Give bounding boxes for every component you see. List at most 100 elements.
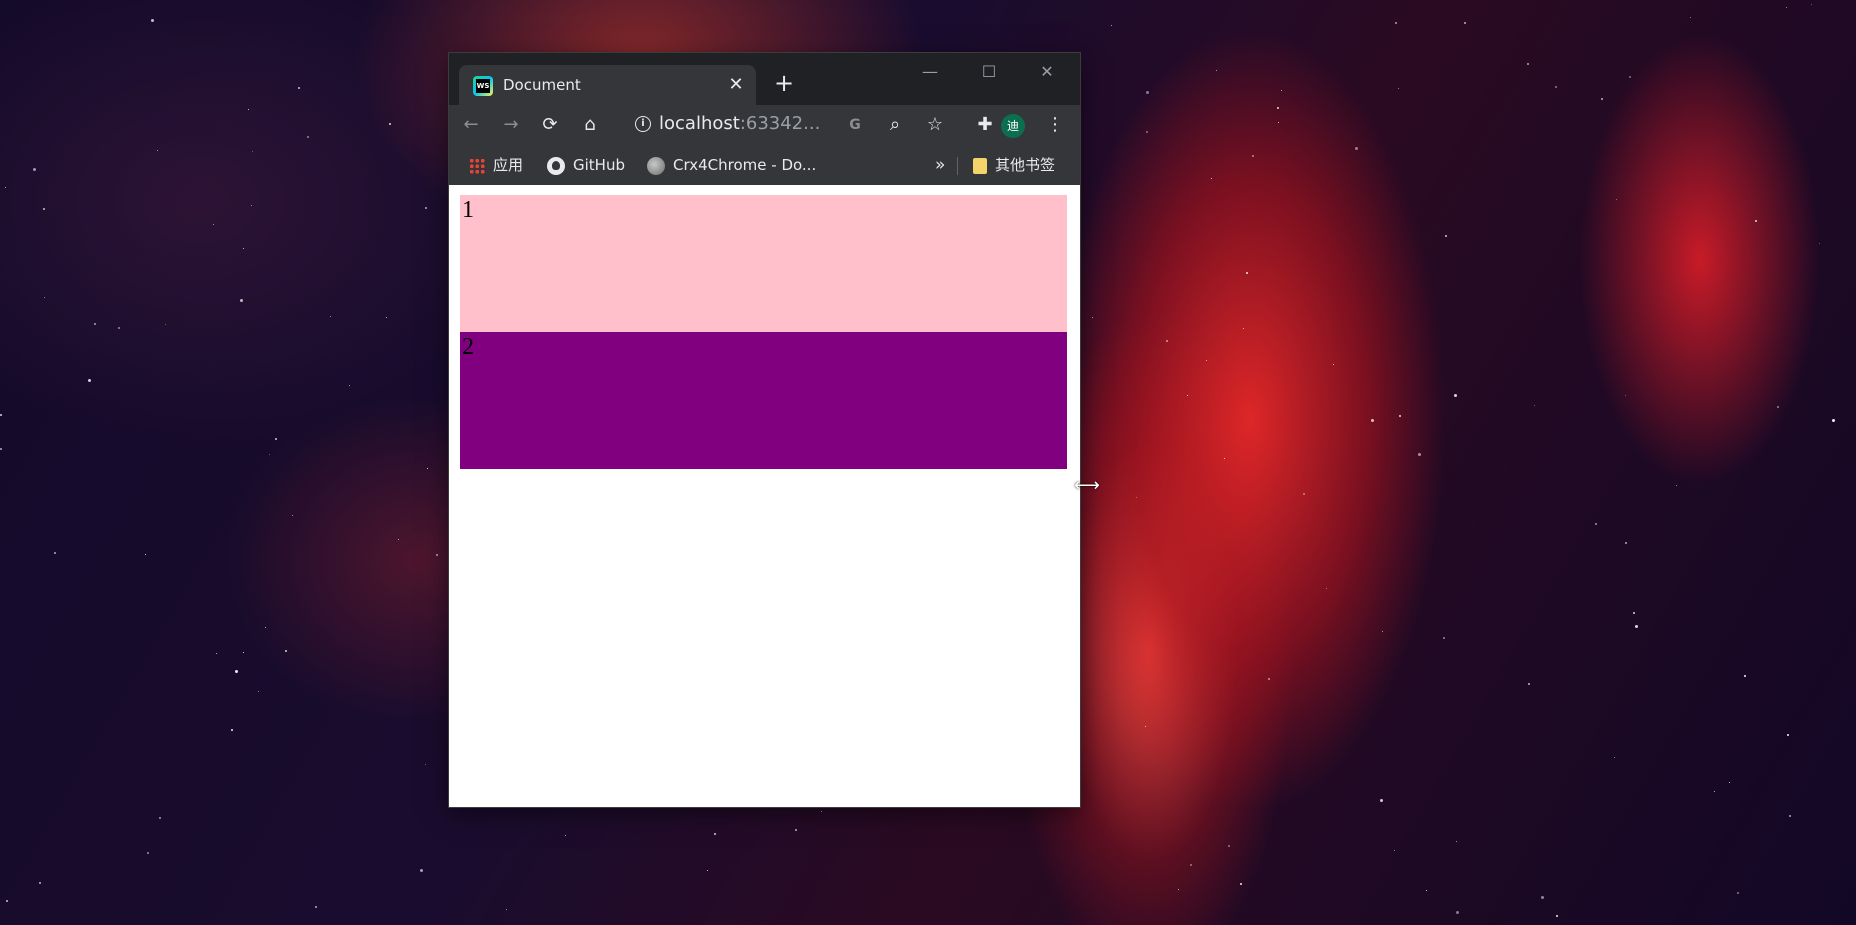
star xyxy=(1398,88,1399,89)
forward-button[interactable]: → xyxy=(497,111,525,139)
page-viewport: 1 2 xyxy=(449,185,1080,807)
close-window-button[interactable]: ✕ xyxy=(1027,59,1067,85)
browser-toolbar: ← → ⟳ ⌂ i localhost:63342... G ⌕ ☆ ✚ 迪 ⋮ xyxy=(449,105,1080,145)
extensions-puzzle-icon[interactable]: ✚ xyxy=(971,111,999,139)
star xyxy=(1111,25,1112,26)
site-info-icon[interactable]: i xyxy=(635,116,651,132)
star xyxy=(1146,131,1148,133)
profile-avatar[interactable]: 迪 xyxy=(1001,114,1025,138)
star xyxy=(1832,419,1835,422)
star xyxy=(1240,883,1242,885)
bookmark-star-icon[interactable]: ☆ xyxy=(921,111,949,139)
bookmarks-overflow-button[interactable]: » xyxy=(935,155,945,175)
star xyxy=(285,650,287,652)
browser-window: WS Document ✕ + — ☐ ✕ ← → ⟳ ⌂ i localhos… xyxy=(449,53,1080,807)
star xyxy=(1541,896,1544,899)
tab-close-icon[interactable]: ✕ xyxy=(724,73,748,97)
star xyxy=(565,835,566,836)
star xyxy=(235,670,238,673)
star xyxy=(145,554,146,555)
star xyxy=(1456,841,1457,842)
bookmark-github[interactable]: GitHub xyxy=(547,155,625,175)
star xyxy=(252,151,253,152)
star xyxy=(94,323,96,325)
star xyxy=(1527,63,1529,65)
star xyxy=(269,454,270,455)
star xyxy=(1206,360,1207,361)
star xyxy=(248,109,249,110)
new-tab-button[interactable]: + xyxy=(770,69,798,97)
star xyxy=(1216,70,1217,71)
star xyxy=(1456,911,1459,914)
maximize-button[interactable]: ☐ xyxy=(969,59,1009,85)
star xyxy=(258,691,259,692)
star xyxy=(795,829,797,831)
bookmarks-separator xyxy=(957,157,958,175)
star xyxy=(265,627,266,628)
star xyxy=(1395,22,1397,24)
star xyxy=(1394,850,1395,851)
bookmarks-bar: 应用 GitHub Crx4Chrome - Do... » 其他书签 xyxy=(449,145,1080,186)
reload-button[interactable]: ⟳ xyxy=(536,111,564,139)
star xyxy=(1418,453,1421,456)
resize-cursor-icon: ⟷ xyxy=(1074,475,1100,496)
star xyxy=(1635,625,1638,628)
star xyxy=(1614,757,1615,758)
translate-icon[interactable]: G xyxy=(841,111,869,139)
address-bar[interactable]: i localhost:63342... xyxy=(635,109,841,141)
star xyxy=(0,414,2,416)
star xyxy=(1676,485,1677,486)
star xyxy=(1246,272,1248,274)
star xyxy=(1464,22,1466,24)
star xyxy=(251,205,252,206)
bookmark-crx4chrome[interactable]: Crx4Chrome - Do... xyxy=(647,155,816,175)
star xyxy=(436,554,438,556)
star xyxy=(165,324,166,325)
star xyxy=(1355,147,1358,150)
globe-icon xyxy=(647,156,665,175)
star xyxy=(1744,675,1746,677)
star xyxy=(1786,7,1787,8)
star xyxy=(1092,317,1093,318)
star xyxy=(427,468,428,469)
star xyxy=(425,207,427,209)
star xyxy=(88,379,91,382)
title-bar: WS Document ✕ + — ☐ ✕ xyxy=(449,53,1080,105)
star xyxy=(1252,155,1254,157)
star xyxy=(298,87,300,89)
github-icon xyxy=(547,156,565,175)
star xyxy=(1211,178,1212,179)
star xyxy=(821,811,822,812)
menu-icon[interactable]: ⋮ xyxy=(1041,111,1069,139)
star xyxy=(420,869,423,872)
box-1-label: 1 xyxy=(462,197,474,223)
star xyxy=(1755,220,1757,222)
bookmark-apps[interactable]: 应用 xyxy=(469,155,523,175)
star xyxy=(1224,458,1225,459)
star xyxy=(33,168,36,171)
star xyxy=(1426,890,1427,891)
star xyxy=(1629,76,1631,78)
star xyxy=(1190,864,1192,866)
star xyxy=(6,900,8,902)
home-button[interactable]: ⌂ xyxy=(576,111,604,139)
zoom-icon[interactable]: ⌕ xyxy=(881,111,909,139)
star xyxy=(714,833,716,835)
star xyxy=(1228,845,1230,847)
star xyxy=(389,123,391,125)
star xyxy=(349,385,350,386)
star xyxy=(1616,199,1617,200)
bookmark-other-folder[interactable]: 其他书签 xyxy=(973,155,1055,175)
star xyxy=(1777,406,1779,408)
star xyxy=(1633,612,1635,614)
back-button[interactable]: ← xyxy=(457,111,485,139)
star xyxy=(1454,394,1457,397)
star xyxy=(1625,542,1627,544)
star xyxy=(1556,915,1558,917)
minimize-button[interactable]: — xyxy=(910,59,950,85)
star xyxy=(159,817,161,819)
star xyxy=(231,729,233,731)
box-2: 2 xyxy=(460,332,1067,469)
tab-document[interactable]: WS Document ✕ xyxy=(459,65,756,105)
star xyxy=(118,327,120,329)
